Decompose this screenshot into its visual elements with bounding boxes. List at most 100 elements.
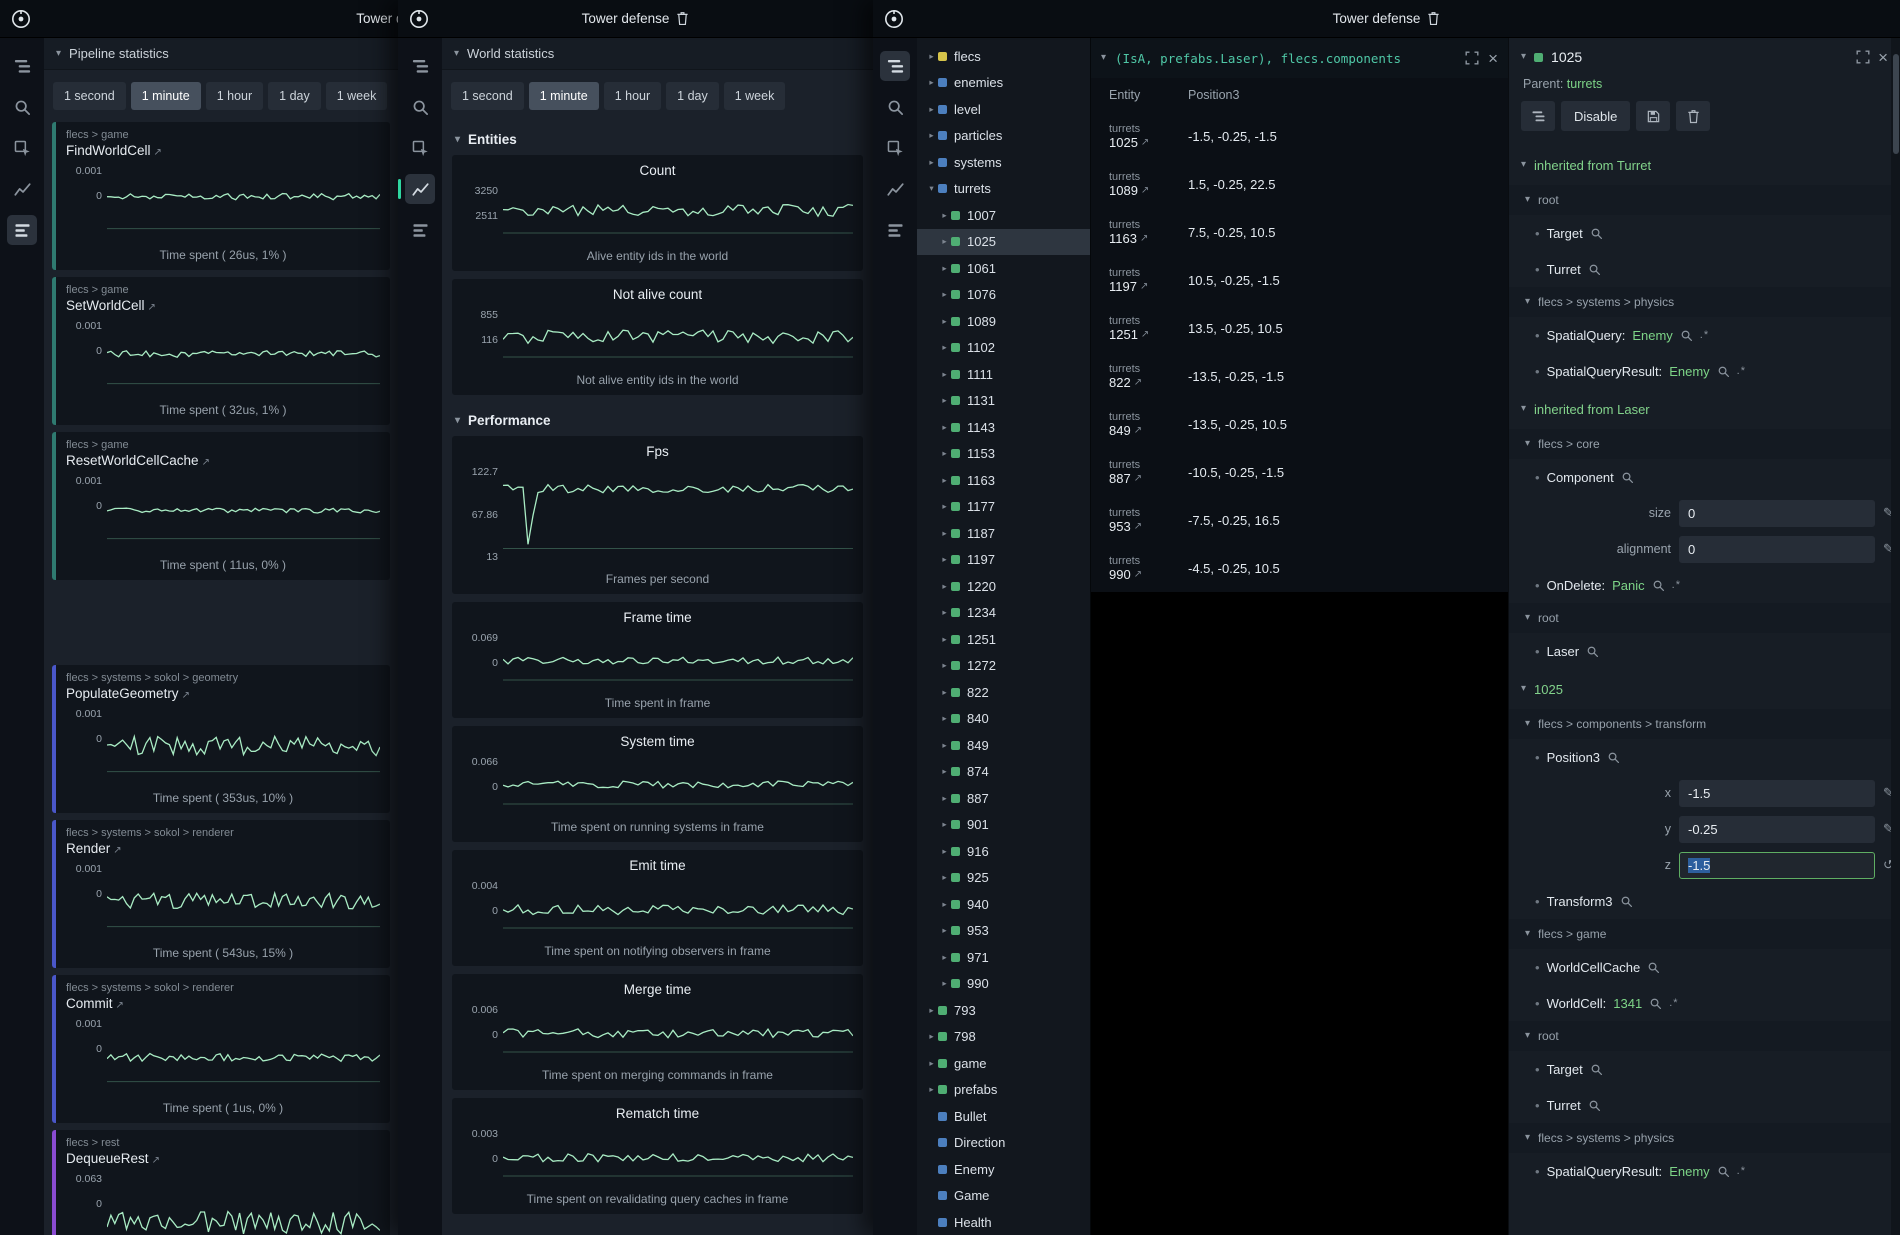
stat-cell-system-time[interactable]: System time0.0660Time spent on running s… — [452, 726, 863, 842]
tree-item-940[interactable]: ▸940 — [917, 891, 1090, 918]
stat-cell-rematch-time[interactable]: Rematch time0.0030Time spent on revalida… — [452, 1098, 863, 1214]
time-range-1-week[interactable]: 1 week — [724, 82, 786, 110]
field-input-x[interactable]: -1.5 — [1679, 780, 1875, 807]
chevron-right-icon[interactable]: ▸ — [938, 634, 951, 645]
outliner-icon[interactable] — [880, 51, 910, 81]
chevron-down-icon[interactable]: ▾ — [1521, 52, 1526, 62]
entity-id-link[interactable]: 990↗ — [1109, 567, 1188, 582]
expand-query-icon[interactable] — [1465, 51, 1479, 65]
tree-item-916[interactable]: ▸916 — [917, 838, 1090, 865]
stat-cell-fps[interactable]: Fps122.767.8613Frames per second — [452, 436, 863, 594]
tree-item-1076[interactable]: ▸1076 — [917, 282, 1090, 309]
component-item-position3[interactable]: •Position3 — [1509, 739, 1900, 775]
chevron-right-icon[interactable]: ▸ — [938, 501, 951, 512]
tree-item-bullet[interactable]: Bullet — [917, 1103, 1090, 1130]
chevron-right-icon[interactable]: ▸ — [925, 1031, 938, 1042]
chevron-right-icon[interactable]: ▸ — [938, 475, 951, 486]
tree-item-1089[interactable]: ▸1089 — [917, 308, 1090, 335]
component-value-link[interactable]: Enemy — [1669, 364, 1709, 379]
magnifier-icon[interactable] — [1647, 961, 1660, 974]
chevron-right-icon[interactable]: ▸ — [925, 51, 938, 62]
chevron-right-icon[interactable]: ▸ — [938, 740, 951, 751]
time-range-1-day[interactable]: 1 day — [666, 82, 719, 110]
stat-cell-setworldcell[interactable]: flecs > gameSetWorldCell↗0.0010Time spen… — [52, 277, 390, 425]
component-item-worldcell[interactable]: •WorldCell:1341.* — [1509, 985, 1900, 1021]
inspector-scope-root[interactable]: ▾root — [1509, 603, 1900, 633]
scrollbar-thumb[interactable] — [1893, 54, 1899, 154]
tree-item-1234[interactable]: ▸1234 — [917, 600, 1090, 627]
chevron-right-icon[interactable]: ▸ — [925, 77, 938, 88]
entity-id-link[interactable]: 1025↗ — [1109, 135, 1188, 150]
component-value-link[interactable]: 1341 — [1613, 996, 1642, 1011]
tree-item-game[interactable]: ▸game — [917, 1050, 1090, 1077]
tree-item-prefabs[interactable]: ▸prefabs — [917, 1077, 1090, 1104]
stat-name-link[interactable]: FindWorldCell↗ — [66, 143, 380, 158]
search-icon[interactable] — [7, 92, 37, 122]
chevron-right-icon[interactable]: ▸ — [925, 104, 938, 115]
tree-item-flecs[interactable]: ▸flecs — [917, 43, 1090, 70]
outliner-icon[interactable] — [7, 51, 37, 81]
inspector-scope-flecs-core[interactable]: ▾flecs > core — [1509, 429, 1900, 459]
inspector-section-inherited-from-turret[interactable]: ▾inherited from Turret — [1509, 145, 1900, 185]
query-expression[interactable]: (IsA, prefabs.Laser), flecs.components — [1115, 51, 1456, 66]
component-item-ondelete[interactable]: •OnDelete:Panic.* — [1509, 567, 1900, 603]
chevron-right-icon[interactable]: ▸ — [925, 1005, 938, 1016]
stat-name-link[interactable]: DequeueRest↗ — [66, 1151, 380, 1166]
chevron-right-icon[interactable]: ▸ — [938, 846, 951, 857]
chevron-down-icon[interactable]: ▾ — [1101, 53, 1106, 63]
stat-name-link[interactable]: Commit↗ — [66, 996, 380, 1011]
entity-id-link[interactable]: 849↗ — [1109, 423, 1188, 438]
tree-item-level[interactable]: ▸level — [917, 96, 1090, 123]
chevron-right-icon[interactable]: ▸ — [938, 660, 951, 671]
magnifier-icon[interactable] — [1590, 227, 1603, 240]
magnifier-icon[interactable] — [1717, 1165, 1730, 1178]
tree-item-798[interactable]: ▸798 — [917, 1024, 1090, 1051]
time-range-1-day[interactable]: 1 day — [268, 82, 321, 110]
component-item-spatialqueryresult[interactable]: •SpatialQueryResult:Enemy.* — [1509, 1153, 1900, 1189]
stat-cell-emit-time[interactable]: Emit time0.0040Time spent on notifying o… — [452, 850, 863, 966]
tree-item-game[interactable]: Game — [917, 1183, 1090, 1210]
query-result-row[interactable]: turrets990↗-4.5, -0.25, 10.5 — [1091, 544, 1508, 592]
tree-item-1007[interactable]: ▸1007 — [917, 202, 1090, 229]
tree-item-1102[interactable]: ▸1102 — [917, 335, 1090, 362]
query-result-row[interactable]: turrets1025↗-1.5, -0.25, -1.5 — [1091, 112, 1508, 160]
magnifier-icon[interactable] — [1590, 1063, 1603, 1076]
charts-icon[interactable] — [880, 174, 910, 204]
inspector-scope-root[interactable]: ▾root — [1509, 185, 1900, 215]
time-range-1-hour[interactable]: 1 hour — [206, 82, 263, 110]
magnifier-icon[interactable] — [1652, 579, 1665, 592]
tree-item-971[interactable]: ▸971 — [917, 944, 1090, 971]
chevron-right-icon[interactable]: ▸ — [938, 342, 951, 353]
stat-name-link[interactable]: SetWorldCell↗ — [66, 298, 380, 313]
component-item-transform3[interactable]: •Transform3 — [1509, 883, 1900, 919]
magnifier-icon[interactable] — [1586, 645, 1599, 658]
tree-item-1187[interactable]: ▸1187 — [917, 520, 1090, 547]
query-result-row[interactable]: turrets1089↗1.5, -0.25, 22.5 — [1091, 160, 1508, 208]
tree-item-840[interactable]: ▸840 — [917, 706, 1090, 733]
chevron-right-icon[interactable]: ▸ — [925, 1058, 938, 1069]
chevron-right-icon[interactable]: ▸ — [938, 422, 951, 433]
magnifier-icon[interactable] — [1588, 1099, 1601, 1112]
magnifier-icon[interactable] — [1588, 263, 1601, 276]
query-result-row[interactable]: turrets1197↗10.5, -0.25, -1.5 — [1091, 256, 1508, 304]
tree-item-1025[interactable]: ▸1025 — [917, 229, 1090, 256]
tree-item-990[interactable]: ▸990 — [917, 971, 1090, 998]
tree-view-button[interactable] — [1521, 101, 1555, 131]
chevron-right-icon[interactable]: ▸ — [938, 899, 951, 910]
chevron-right-icon[interactable]: ▸ — [938, 316, 951, 327]
magnifier-icon[interactable] — [1620, 895, 1633, 908]
query-result-row[interactable]: turrets1163↗7.5, -0.25, 10.5 — [1091, 208, 1508, 256]
chevron-right-icon[interactable]: ▸ — [938, 528, 951, 539]
chevron-right-icon[interactable]: ▸ — [925, 1084, 938, 1095]
stat-cell-render[interactable]: flecs > systems > sokol > rendererRender… — [52, 820, 390, 968]
component-value-link[interactable]: Enemy — [1632, 328, 1672, 343]
magnifier-icon[interactable] — [1621, 471, 1634, 484]
entity-id-link[interactable]: 1251↗ — [1109, 327, 1188, 342]
tree-item-1111[interactable]: ▸1111 — [917, 361, 1090, 388]
inspector-icon[interactable] — [405, 133, 435, 163]
magnifier-icon[interactable] — [1607, 751, 1620, 764]
tree-item-1153[interactable]: ▸1153 — [917, 441, 1090, 468]
time-range-1-second[interactable]: 1 second — [451, 82, 524, 110]
tree-item-direction[interactable]: Direction — [917, 1130, 1090, 1157]
section-header-performance[interactable]: ▾Performance — [442, 403, 873, 436]
